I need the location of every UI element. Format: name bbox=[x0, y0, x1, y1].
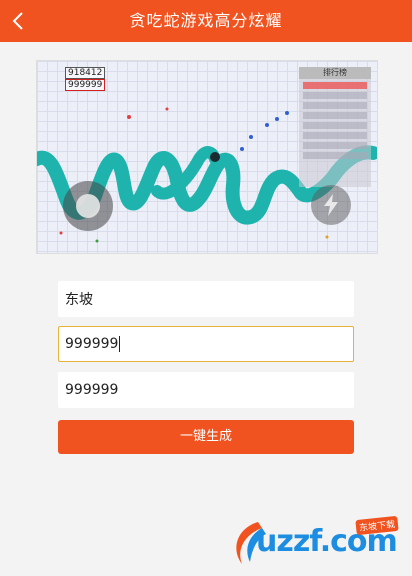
leaderboard-title: 排行榜 bbox=[299, 67, 371, 79]
name-input-value: 东坡 bbox=[65, 292, 93, 308]
page-title: 贪吃蛇游戏高分炫耀 bbox=[129, 11, 283, 30]
leaderboard-row bbox=[303, 102, 367, 109]
site-watermark-logo: uzzf.com 东坡下载 bbox=[228, 514, 408, 572]
leaderboard-row bbox=[303, 152, 367, 159]
leaderboard-row bbox=[303, 122, 367, 129]
leaderboard-row bbox=[303, 112, 367, 119]
lightning-icon bbox=[311, 185, 351, 225]
leaderboard-panel: 排行榜 bbox=[299, 67, 371, 187]
leaderboard-row bbox=[303, 92, 367, 99]
generate-button[interactable]: 一键生成 bbox=[58, 420, 354, 454]
game-screenshot: 918412 999999 排行榜 bbox=[36, 60, 378, 254]
score-input-2[interactable]: 999999 bbox=[58, 372, 354, 408]
joystick-icon bbox=[63, 181, 113, 231]
name-input[interactable]: 东坡 bbox=[58, 281, 354, 317]
leaderboard-row bbox=[303, 132, 367, 139]
app-header: 贪吃蛇游戏高分炫耀 bbox=[0, 0, 412, 42]
leaderboard-row bbox=[303, 142, 367, 149]
score-label-edited: 999999 bbox=[65, 79, 106, 91]
joystick-knob bbox=[76, 194, 100, 218]
score-input-1[interactable]: 999999 bbox=[58, 326, 354, 362]
text-caret bbox=[119, 336, 121, 352]
score-input-1-value: 999999 bbox=[65, 336, 119, 352]
score-label-top: 918412 bbox=[65, 67, 106, 79]
score-input-2-value: 999999 bbox=[65, 382, 119, 398]
leaderboard-row bbox=[303, 82, 367, 89]
